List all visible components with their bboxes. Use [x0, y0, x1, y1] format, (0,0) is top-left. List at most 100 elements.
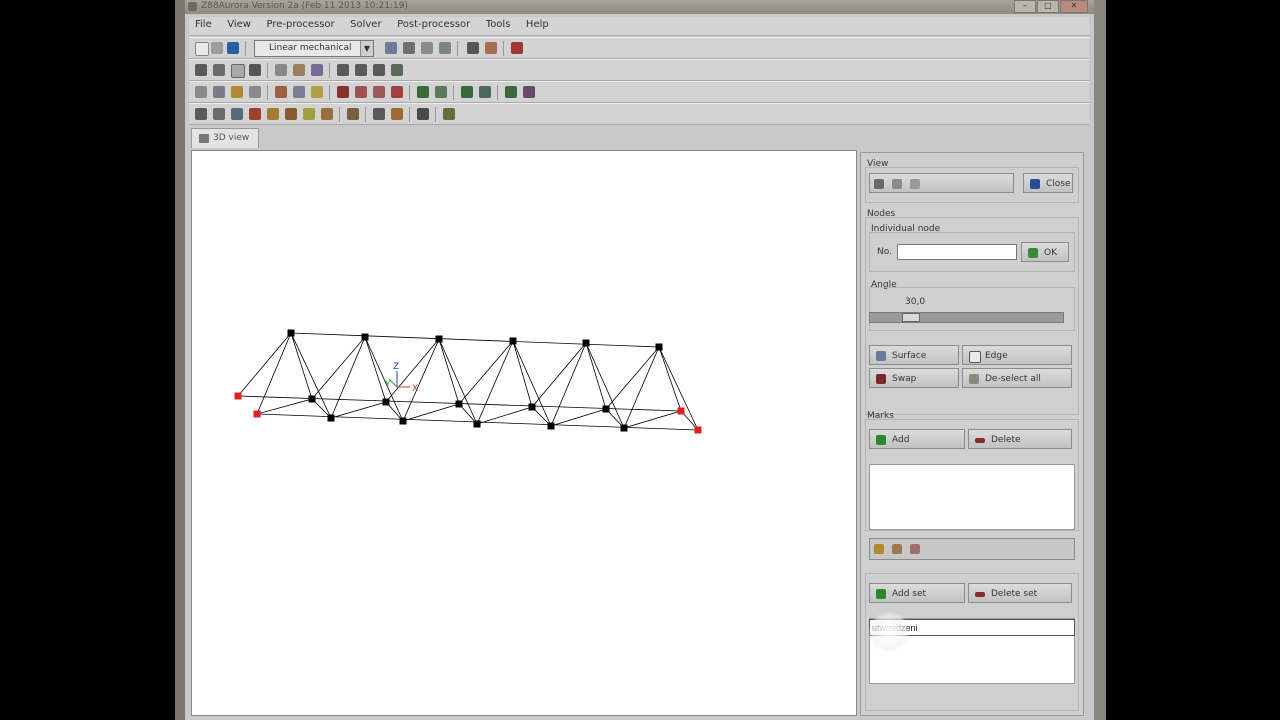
app-icon: [188, 2, 197, 11]
close-button[interactable]: Close: [1023, 173, 1073, 193]
node: [602, 405, 610, 413]
surface-button[interactable]: Surface: [869, 345, 959, 365]
solid-view-icon[interactable]: [195, 64, 207, 76]
columns-icon[interactable]: [417, 108, 429, 120]
close-window-button[interactable]: ✕: [1060, 0, 1088, 13]
load-icon[interactable]: [355, 86, 367, 98]
wireframe-view-icon[interactable]: [231, 64, 245, 78]
node: [455, 400, 463, 408]
cube-icon[interactable]: [275, 64, 287, 76]
animation-icon[interactable]: [285, 108, 297, 120]
warning-icon[interactable]: [443, 108, 455, 120]
chart-icon[interactable]: [391, 108, 403, 120]
arrow-right-icon[interactable]: [385, 42, 397, 54]
settings-icon[interactable]: [337, 64, 349, 76]
add-mark-button-label: Add: [892, 435, 910, 445]
invert-mark-icon[interactable]: [910, 544, 920, 554]
node: [327, 414, 335, 422]
contour-icon[interactable]: [249, 108, 261, 120]
properties-icon[interactable]: [293, 86, 305, 98]
new-file-icon[interactable]: [195, 42, 209, 56]
exit-icon[interactable]: [511, 42, 523, 54]
stress-icon[interactable]: [231, 108, 243, 120]
surface-button-label: Surface: [892, 351, 927, 361]
delete-set-button[interactable]: Delete set: [968, 583, 1072, 603]
node: [547, 422, 555, 430]
hide-mark-icon[interactable]: [892, 544, 902, 554]
select-node-icon[interactable]: [874, 179, 884, 189]
angle-group: [869, 287, 1075, 331]
angle-slider-handle[interactable]: [902, 313, 920, 322]
show-mark-icon[interactable]: [874, 544, 884, 554]
force-icon[interactable]: [373, 86, 385, 98]
mesh-settings-icon[interactable]: [439, 42, 451, 54]
marks-list[interactable]: [869, 464, 1075, 530]
minimize-button[interactable]: –: [1014, 0, 1036, 13]
element-icon[interactable]: [479, 86, 491, 98]
cog-icon[interactable]: [373, 64, 385, 76]
tab-3d-view[interactable]: 3D view: [191, 128, 259, 148]
menu-tools[interactable]: Tools: [480, 17, 517, 32]
node: [308, 395, 316, 403]
export-icon[interactable]: [485, 42, 497, 54]
add-mark-button[interactable]: Add: [869, 429, 965, 449]
axis-icon[interactable]: [373, 108, 385, 120]
select-element-icon[interactable]: [892, 179, 902, 189]
delete-mark-button[interactable]: Delete: [968, 429, 1072, 449]
gear-icon[interactable]: [355, 64, 367, 76]
menu-help[interactable]: Help: [520, 17, 555, 32]
tool-icon[interactable]: [391, 64, 403, 76]
import-icon[interactable]: [227, 42, 239, 54]
menu-solver[interactable]: Solver: [344, 17, 387, 32]
transform-icon[interactable]: [213, 86, 225, 98]
group-icon[interactable]: [523, 86, 535, 98]
node: [582, 339, 590, 347]
section-icon[interactable]: [321, 108, 333, 120]
results-icon[interactable]: [195, 108, 207, 120]
constraint-icon[interactable]: [337, 86, 349, 98]
solver-icon[interactable]: [403, 42, 415, 54]
pressure-icon[interactable]: [391, 86, 403, 98]
deselect-all-button[interactable]: De-select all: [962, 368, 1072, 388]
tab-bar: 3D view: [189, 126, 1089, 148]
points-view-icon[interactable]: [249, 64, 261, 76]
move-icon[interactable]: [249, 86, 261, 98]
light-icon[interactable]: [311, 86, 323, 98]
probe-icon[interactable]: [303, 108, 315, 120]
select-icon[interactable]: [195, 86, 207, 98]
select-surface-icon[interactable]: [910, 179, 920, 189]
truss-model[interactable]: Z Y X: [192, 151, 856, 715]
node: [382, 398, 390, 406]
refine-icon[interactable]: [435, 86, 447, 98]
open-folder-icon[interactable]: [211, 42, 223, 54]
brush-icon[interactable]: [311, 64, 323, 76]
material-icon[interactable]: [275, 86, 287, 98]
highlight-icon[interactable]: [231, 86, 243, 98]
chevron-down-icon[interactable]: ▼: [360, 41, 373, 56]
analysis-type-select[interactable]: Linear mechanical ▼: [254, 40, 374, 57]
menu-view[interactable]: View: [221, 17, 257, 32]
bug-icon[interactable]: [467, 42, 479, 54]
layers-icon[interactable]: [293, 64, 305, 76]
ok-button[interactable]: OK: [1021, 242, 1069, 262]
edge-button[interactable]: Edge: [962, 345, 1072, 365]
menu-file[interactable]: File: [189, 17, 218, 32]
mesh-icon[interactable]: [417, 86, 429, 98]
shaded-view-icon[interactable]: [213, 64, 225, 76]
ruler-icon[interactable]: [347, 108, 359, 120]
node: [435, 335, 443, 343]
maximize-button[interactable]: □: [1037, 0, 1059, 13]
menu-pre-processor[interactable]: Pre-processor: [260, 17, 340, 32]
menu-post-processor[interactable]: Post-processor: [391, 17, 476, 32]
add-set-button[interactable]: Add set: [869, 583, 965, 603]
set-icon[interactable]: [505, 86, 517, 98]
node-icon[interactable]: [461, 86, 473, 98]
angle-slider[interactable]: [869, 312, 1064, 323]
node-number-input[interactable]: [897, 244, 1017, 260]
title-bar[interactable]: Z88Aurora Version 2a (Feb 11 2013 10:21:…: [185, 0, 1094, 14]
deformation-icon[interactable]: [213, 108, 225, 120]
legend-icon[interactable]: [267, 108, 279, 120]
grid-icon[interactable]: [421, 42, 433, 54]
3d-viewport[interactable]: Z Y X: [191, 150, 857, 716]
swap-button[interactable]: Swap: [869, 368, 959, 388]
